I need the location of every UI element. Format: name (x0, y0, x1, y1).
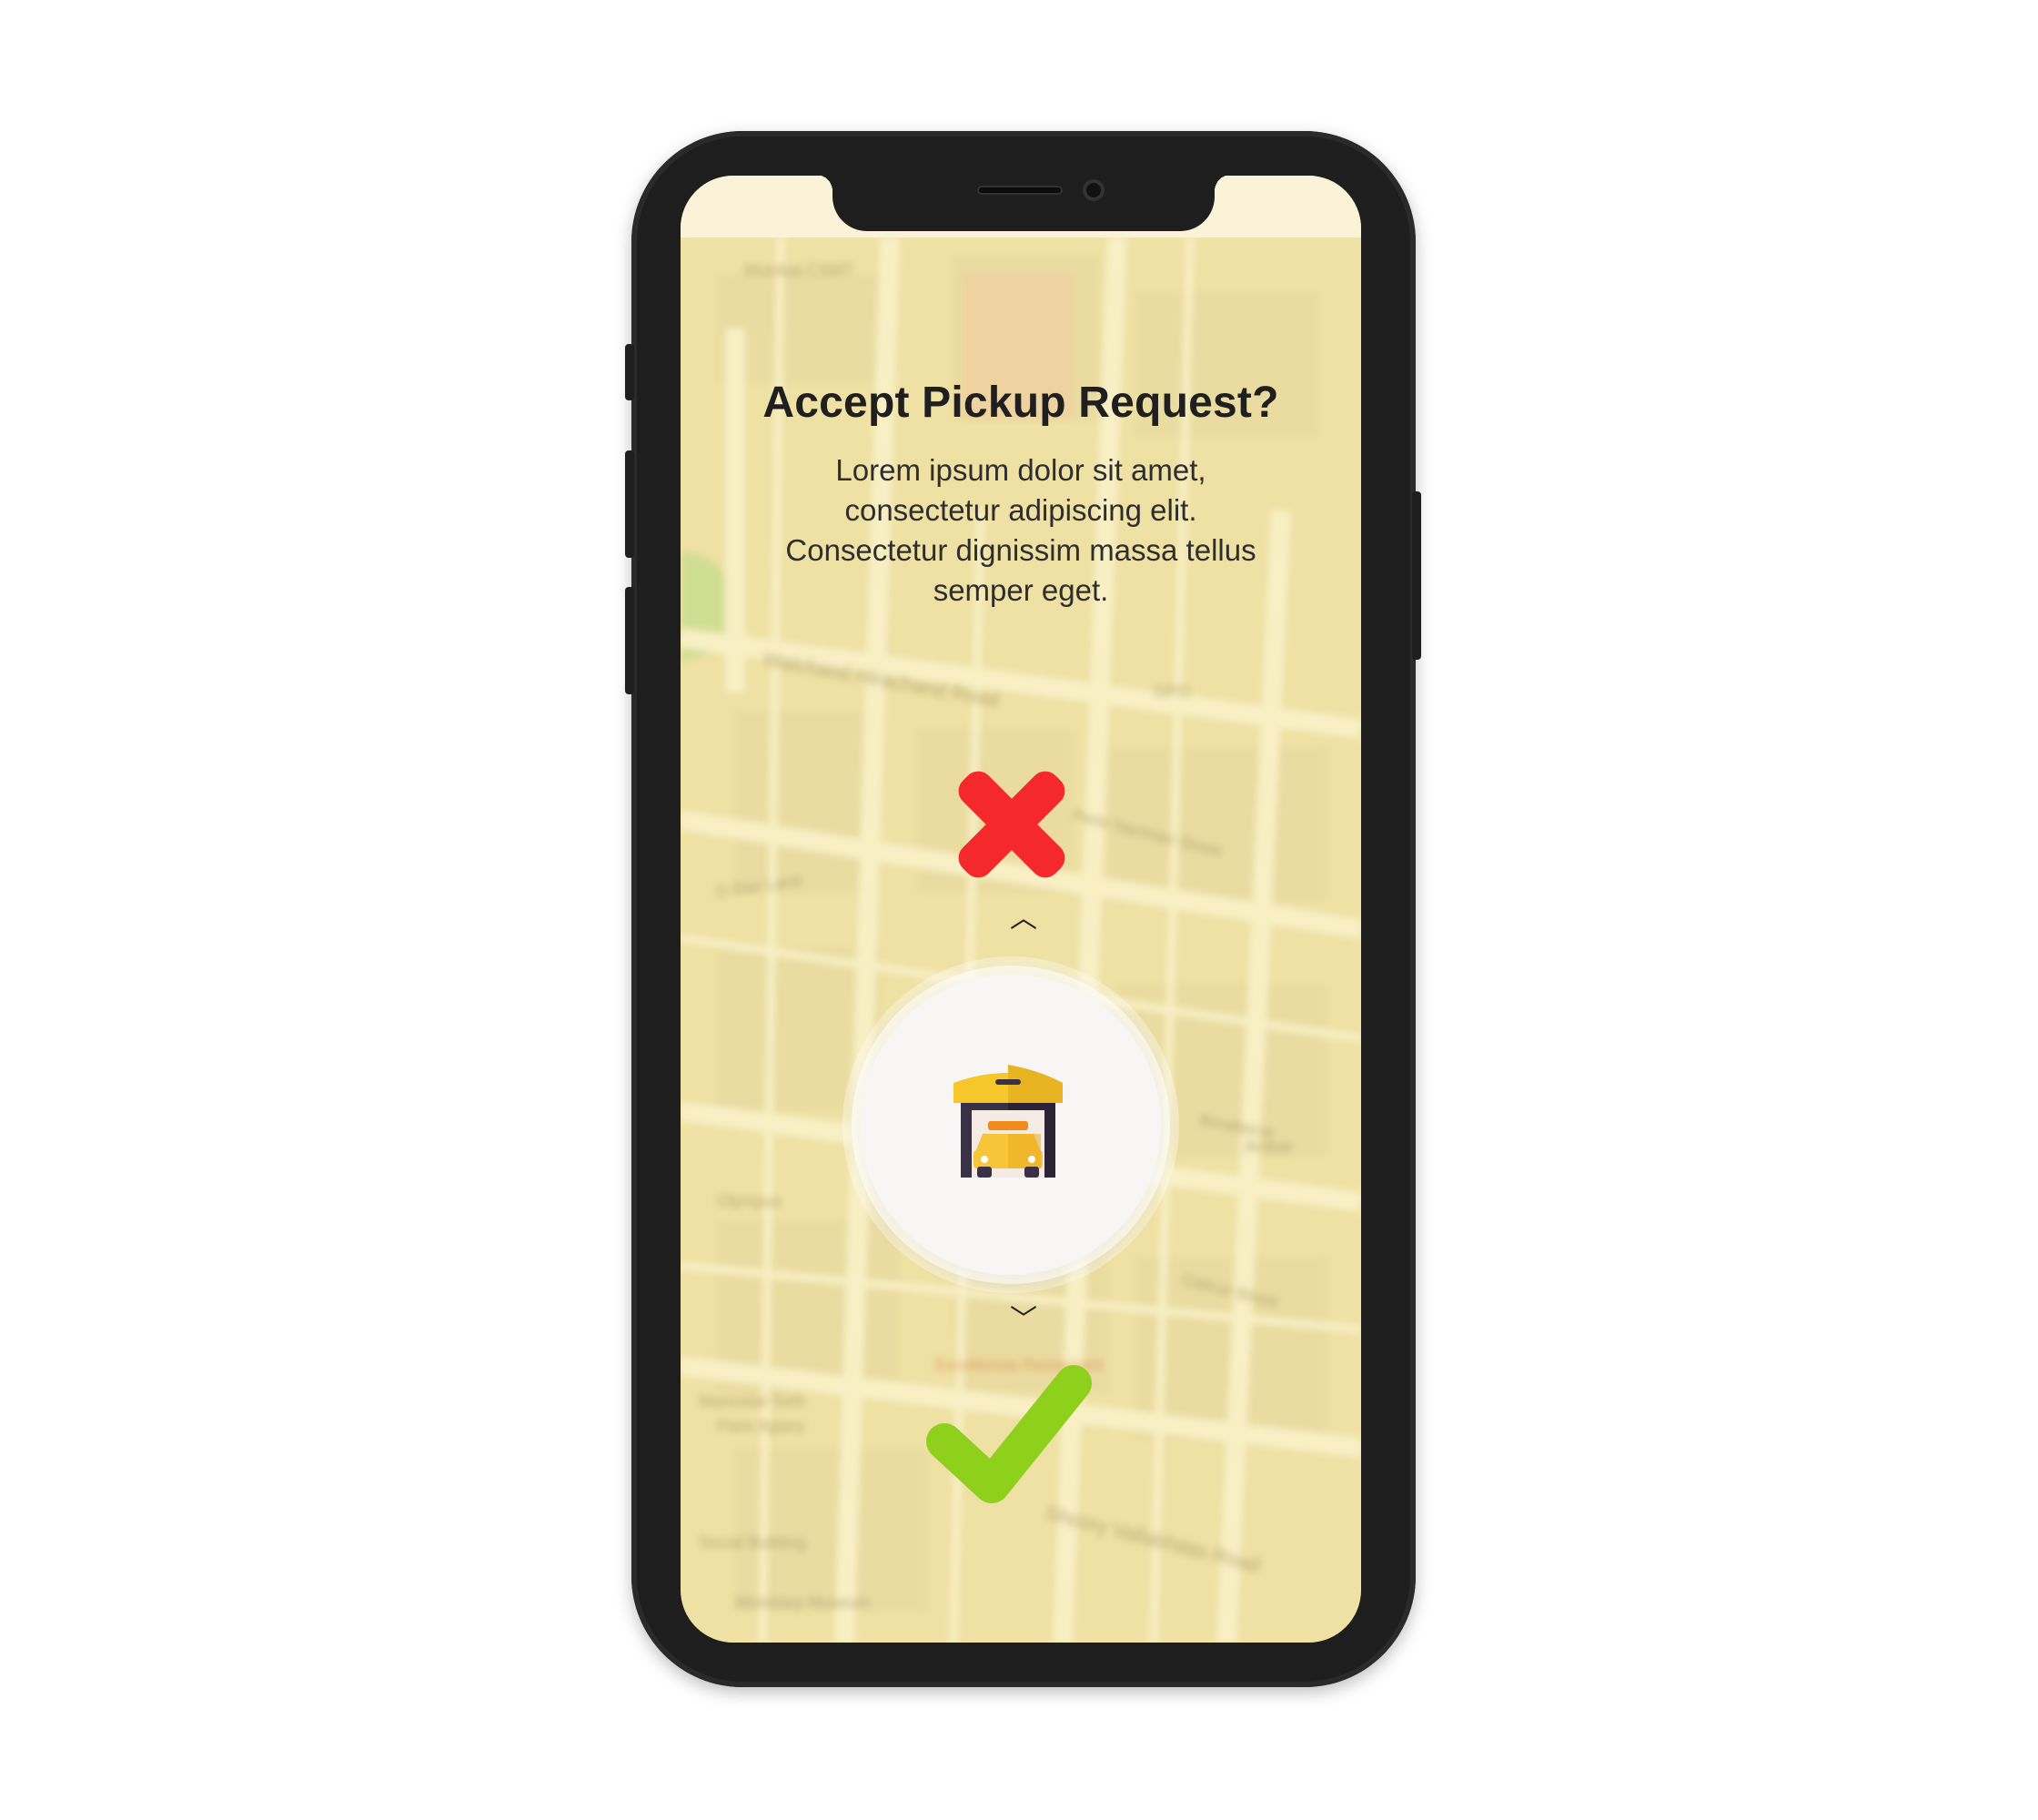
front-camera (1083, 179, 1105, 201)
volume-down-button (625, 587, 634, 694)
pickup-request-dialog: Accept Pickup Request? Lorem ipsum dolor… (681, 176, 1361, 1643)
volume-up-button (625, 450, 634, 558)
checkmark-icon (926, 1365, 1092, 1503)
phone-screen: Mumbai CSMT Walchand Hirachand Road GPO … (681, 176, 1361, 1643)
chevron-down-icon: ﹀ (1010, 1305, 1037, 1335)
description-text: Lorem ipsum dolor sit amet, consectetur … (785, 453, 1256, 607)
chevron-up-icon: ︿ (1010, 904, 1037, 934)
power-button (1412, 491, 1421, 660)
speaker-grille (977, 186, 1063, 195)
mute-switch (625, 344, 634, 400)
page-title: Accept Pickup Request? (762, 379, 1279, 427)
decline-button[interactable] (952, 764, 1072, 885)
cross-icon (958, 771, 1065, 878)
garage-taxi-icon (948, 1063, 1068, 1183)
phone-notch (816, 175, 1231, 231)
accept-button[interactable] (924, 1363, 1092, 1503)
